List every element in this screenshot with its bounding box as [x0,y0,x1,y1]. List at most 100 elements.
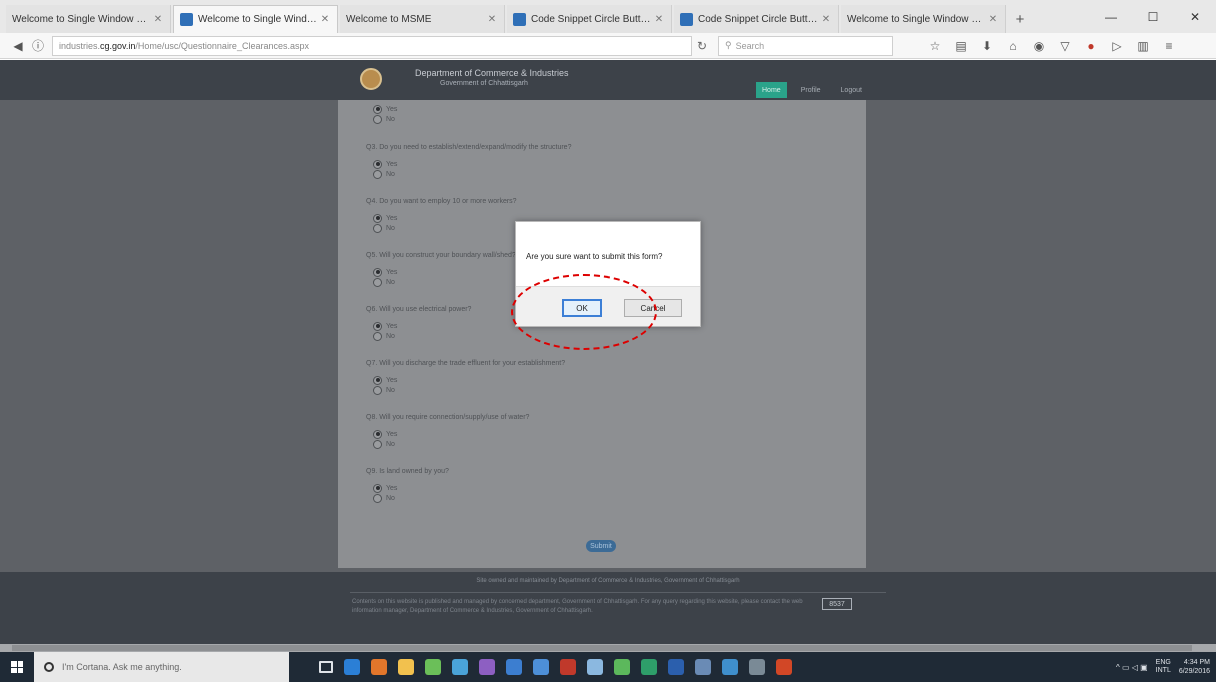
close-tab-icon[interactable]: ✕ [820,14,832,25]
app-icon-6[interactable] [641,659,657,675]
minimize-button[interactable]: — [1090,0,1132,33]
extension-icon[interactable]: ▷ [1109,38,1125,54]
sync-icon[interactable]: ◉ [1031,38,1047,54]
radio-button[interactable] [373,223,382,233]
close-tab-icon[interactable]: ✕ [987,14,999,25]
cortana-search-box[interactable]: I'm Cortana. Ask me anything. [34,652,289,682]
close-tab-icon[interactable]: ✕ [152,14,164,25]
star-icon[interactable]: ☆ [927,38,943,54]
radio-option[interactable]: No [373,331,471,341]
radio-button[interactable] [373,114,382,124]
horizontal-scrollbar[interactable] [0,644,1216,652]
radio-button[interactable] [373,375,382,385]
radio-option[interactable]: Yes [373,213,517,223]
browser-tab[interactable]: Welcome to Single Window Sy... ✕ [841,5,1006,33]
addon-icon[interactable]: ● [1083,38,1099,54]
radio-button[interactable] [373,483,382,493]
maximize-button[interactable]: ☐ [1132,0,1174,33]
visual-studio-icon[interactable] [479,659,495,675]
cancel-button[interactable]: Cancel [624,299,682,317]
browser-tab[interactable]: Code Snippet Circle Butto... ✕ [507,5,672,33]
app-icon-1[interactable] [452,659,468,675]
task-view-icon[interactable] [319,661,333,673]
file-explorer-icon[interactable] [398,659,414,675]
pocket-icon[interactable]: ▽ [1057,38,1073,54]
site-info-icon[interactable]: ⓘ [28,36,48,56]
radio-button[interactable] [373,321,382,331]
app-icon-2[interactable] [506,659,522,675]
home-icon[interactable]: ⌂ [1005,38,1021,54]
search-input[interactable]: ⚲ Search [718,35,893,56]
radio-option[interactable]: No [373,169,571,179]
radio-button[interactable] [373,331,382,341]
app-icon-9[interactable] [749,659,765,675]
radio-option[interactable]: Yes [373,104,397,114]
tray-icons[interactable]: ^ ▭ ◁ ▣ [1116,663,1148,672]
site-nav-item[interactable]: Home [756,82,787,98]
menu-icon[interactable]: ≡ [1161,38,1177,54]
url-domain: cg.gov.in [100,40,136,51]
app-icon-4[interactable] [587,659,603,675]
edge-icon[interactable] [344,659,360,675]
close-button[interactable]: ✕ [1174,0,1216,33]
radio-button[interactable] [373,429,382,439]
radio-option[interactable]: Yes [373,483,449,493]
url-bar[interactable]: industries. cg.gov.in/Home/usc/Questionna… [52,35,692,56]
word-icon[interactable] [668,659,684,675]
app-icon-3[interactable] [533,659,549,675]
radio-button[interactable] [373,439,382,449]
new-tab-button[interactable]: + [1008,5,1032,33]
government-subtitle: Government of Chhattisgarh [440,80,528,87]
site-nav-item[interactable]: Profile [795,82,827,98]
language-indicator[interactable]: ENG INTL [1156,659,1171,675]
chrome-icon[interactable] [425,659,441,675]
site-nav-item[interactable]: Logout [835,82,868,98]
app-icon-7[interactable] [695,659,711,675]
browser-tab[interactable]: Welcome to Single Windo... ✕ [173,5,338,33]
scrollbar-thumb[interactable] [12,645,1192,651]
radio-option[interactable]: Yes [373,267,516,277]
radio-button[interactable] [373,104,382,114]
browser-tab[interactable]: Welcome to Single Window Sy... ✕ [6,5,171,33]
back-arrow-icon[interactable]: ◀ [8,36,28,56]
radio-button[interactable] [373,277,382,287]
ok-button[interactable]: OK [562,299,602,317]
radio-option[interactable]: Yes [373,321,471,331]
close-tab-icon[interactable]: ✕ [319,14,331,25]
radio-option[interactable]: Yes [373,429,529,439]
radio-button[interactable] [373,159,382,169]
radio-button[interactable] [373,213,382,223]
powerpoint-icon[interactable] [776,659,792,675]
clock[interactable]: 4:34 PM 6/29/2016 [1179,658,1210,676]
radio-option[interactable]: No [373,114,397,124]
close-tab-icon[interactable]: ✕ [653,14,665,25]
radio-option[interactable]: No [373,277,516,287]
filezilla-icon[interactable] [560,659,576,675]
radio-option[interactable]: No [373,385,565,395]
tab-label: Welcome to Single Windo... [198,14,319,25]
radio-option[interactable]: No [373,493,449,503]
radio-option[interactable]: No [373,439,529,449]
app-icon-5[interactable] [614,659,630,675]
radio-button[interactable] [373,493,382,503]
reading-list-icon[interactable]: ▤ [953,38,969,54]
question-text: Q9. Is land owned by you? [366,468,449,475]
start-button[interactable] [0,652,34,682]
app-icon-8[interactable] [722,659,738,675]
browser-tab[interactable]: Welcome to MSME ✕ [340,5,505,33]
submit-button[interactable]: Submit [586,540,616,552]
close-tab-icon[interactable]: ✕ [486,14,498,25]
download-icon[interactable]: ⬇ [979,38,995,54]
radio-label: No [386,386,395,394]
cortana-icon [44,662,54,672]
browser-tab[interactable]: Code Snippet Circle Butto... ✕ [674,5,839,33]
radio-button[interactable] [373,385,382,395]
radio-option[interactable]: No [373,223,517,233]
radio-button[interactable] [373,267,382,277]
radio-button[interactable] [373,169,382,179]
reload-icon[interactable]: ↻ [692,39,712,53]
sidebar-icon[interactable]: ▥ [1135,38,1151,54]
firefox-icon[interactable] [371,659,387,675]
radio-option[interactable]: Yes [373,375,565,385]
radio-option[interactable]: Yes [373,159,571,169]
